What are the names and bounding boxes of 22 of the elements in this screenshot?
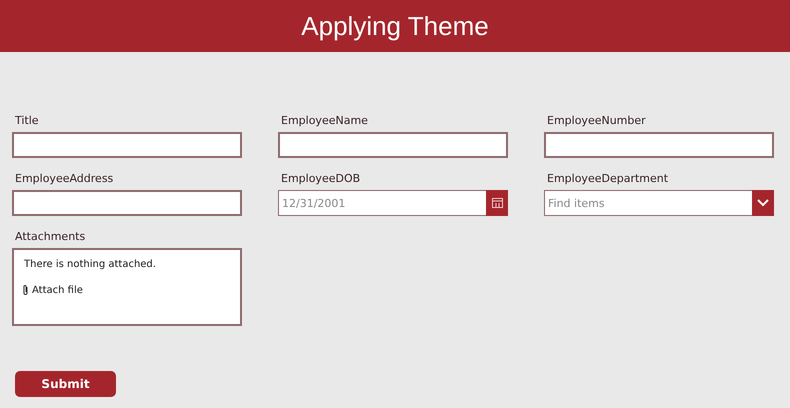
field-label: EmployeeDOB: [280, 172, 362, 185]
field-label: EmployeeName: [280, 114, 369, 127]
date-field[interactable]: 12/31/2001: [278, 190, 486, 216]
field-label: EmployeeAddress: [14, 172, 114, 185]
calendar-icon: [492, 198, 502, 208]
chevron-down-icon: [757, 199, 769, 207]
paperclip-icon: [22, 284, 29, 296]
dropdown-button[interactable]: [752, 190, 774, 216]
text-field[interactable]: [278, 132, 508, 158]
field-label: EmployeeNumber: [546, 114, 647, 127]
submit-button[interactable]: Submit: [15, 371, 116, 397]
text-field[interactable]: [12, 190, 242, 216]
text-field[interactable]: [544, 132, 774, 158]
dropdown-field[interactable]: Find items: [544, 190, 752, 216]
field-label: EmployeeDepartment: [546, 172, 670, 185]
calendar-button[interactable]: [486, 190, 508, 216]
empty-message: There is nothing attached.: [23, 259, 157, 270]
text-field[interactable]: [12, 132, 242, 158]
page-title: Applying Theme: [301, 10, 489, 42]
field-label: Title: [14, 114, 40, 127]
field-label: Attachments: [14, 230, 86, 243]
attach-file-link[interactable]: Attach file: [22, 284, 83, 296]
